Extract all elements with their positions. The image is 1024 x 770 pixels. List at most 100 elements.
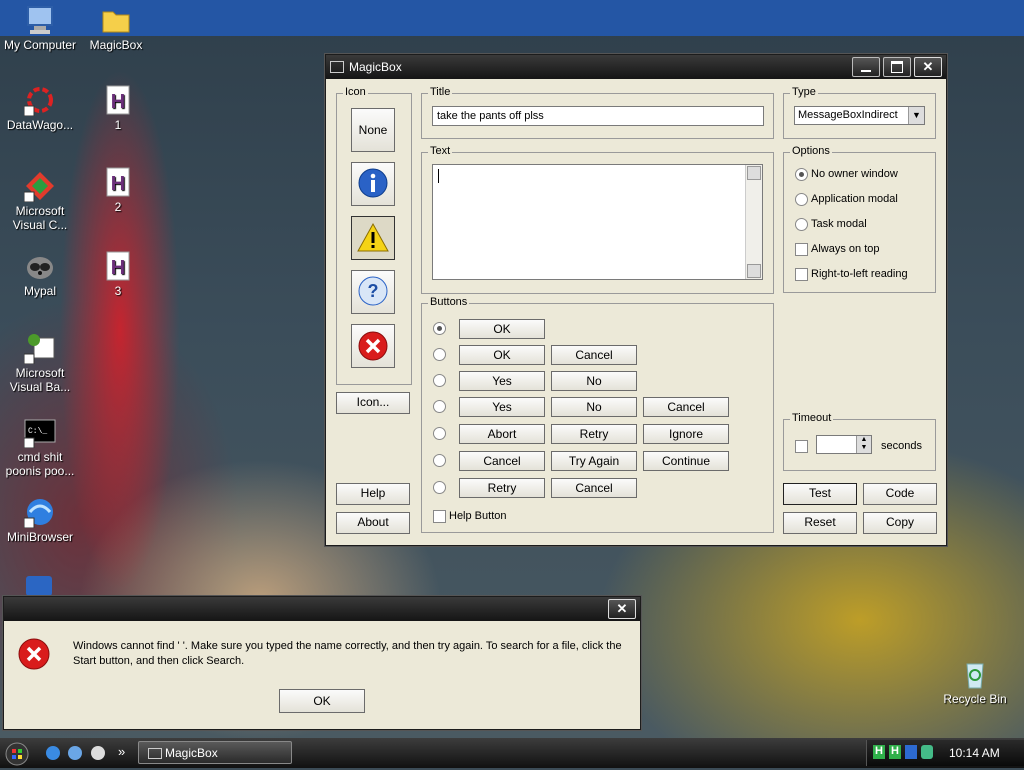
- row5-cancel-button[interactable]: Cancel: [459, 451, 545, 471]
- icon-browse-button[interactable]: Icon...: [336, 392, 410, 414]
- about-button[interactable]: About: [336, 512, 410, 534]
- text-group: Text: [421, 145, 774, 294]
- scroll-down-button[interactable]: [747, 264, 761, 278]
- window-app-icon: [148, 748, 162, 759]
- desktop-icon-mypal[interactable]: Mypal: [0, 250, 80, 298]
- error-message: Windows cannot find ' '. Make sure you t…: [73, 640, 622, 667]
- close-button[interactable]: ✕: [914, 57, 942, 77]
- tray-word-icon[interactable]: [905, 745, 917, 759]
- quicklaunch-ie-icon[interactable]: [46, 746, 60, 760]
- buttons-row-3-radio[interactable]: [433, 400, 446, 413]
- desktop-icon-1[interactable]: H 1: [78, 84, 158, 132]
- row4-abort-button[interactable]: Abort: [459, 424, 545, 444]
- row2-yes-button[interactable]: Yes: [459, 371, 545, 391]
- row1-cancel-button[interactable]: Cancel: [551, 345, 637, 365]
- error-icon: [358, 331, 388, 361]
- svg-text:H: H: [111, 91, 125, 113]
- desktop-icon-3[interactable]: H 3: [78, 250, 158, 298]
- maximize-button[interactable]: [883, 57, 911, 77]
- desktop-icon-minibrowser[interactable]: MiniBrowser: [0, 496, 80, 544]
- copy-button[interactable]: Copy: [863, 512, 937, 534]
- visual-basic-icon: [23, 332, 56, 365]
- raccoon-icon: [24, 250, 56, 282]
- desktop-icon-recycle-bin[interactable]: Recycle Bin: [935, 658, 1015, 706]
- desktop-icon-visual-c[interactable]: Microsoft Visual C...: [0, 170, 80, 232]
- spinner-arrows-icon[interactable]: ▲ ▼: [856, 436, 871, 453]
- timeout-checkbox[interactable]: [795, 440, 808, 453]
- reset-button[interactable]: Reset: [783, 512, 857, 534]
- svg-text:C:\_: C:\_: [28, 427, 47, 436]
- option-always-on-top-checkbox[interactable]: [795, 243, 808, 256]
- row2-no-button[interactable]: No: [551, 371, 637, 391]
- system-tray: H H 10:14 AM: [866, 740, 1024, 766]
- tray-h-icon[interactable]: H: [873, 745, 885, 759]
- option-rtl-reading-checkbox[interactable]: [795, 268, 808, 281]
- row4-ignore-button[interactable]: Ignore: [643, 424, 729, 444]
- desktop-icon-partial-word[interactable]: [26, 576, 52, 596]
- type-group: Type MessageBoxIndirect ▼: [783, 86, 936, 139]
- icon-info-button[interactable]: [351, 162, 395, 206]
- error-dialog: ✕ Windows cannot find ' '. Make sure you…: [3, 596, 641, 730]
- desktop-icon-datawagon[interactable]: DataWago...: [0, 84, 80, 132]
- help-button-checkbox[interactable]: [433, 510, 446, 523]
- row1-ok-button[interactable]: OK: [459, 345, 545, 365]
- quicklaunch-media-icon[interactable]: [91, 746, 105, 760]
- text-scrollbar[interactable]: [745, 165, 762, 279]
- option-no-owner-radio[interactable]: [795, 168, 808, 181]
- taskbar-item-magicbox[interactable]: MagicBox: [138, 741, 292, 764]
- row5-continue-button[interactable]: Continue: [643, 451, 729, 471]
- desktop-icon-my-computer[interactable]: My Computer: [0, 4, 80, 52]
- close-icon: ✕: [922, 59, 934, 74]
- svg-text:H: H: [111, 173, 125, 195]
- row3-cancel-button[interactable]: Cancel: [643, 397, 729, 417]
- row0-ok-button[interactable]: OK: [459, 319, 545, 339]
- option-task-modal-radio[interactable]: [795, 218, 808, 231]
- timeout-spinner[interactable]: ▲ ▼: [816, 435, 872, 454]
- row3-no-button[interactable]: No: [551, 397, 637, 417]
- quicklaunch-browser-icon[interactable]: [68, 746, 82, 760]
- title-group: Title: [421, 86, 774, 139]
- icon-warning-button[interactable]: [351, 216, 395, 260]
- row6-cancel-button[interactable]: Cancel: [551, 478, 637, 498]
- buttons-row-4-radio[interactable]: [433, 427, 446, 440]
- error-ok-button[interactable]: OK: [279, 689, 365, 713]
- buttons-row-2-radio[interactable]: [433, 374, 446, 387]
- options-group: Options No owner window Application moda…: [783, 145, 936, 293]
- help-button[interactable]: Help: [336, 483, 410, 505]
- minimize-button[interactable]: [852, 57, 880, 77]
- clock[interactable]: 10:14 AM: [949, 746, 1000, 760]
- code-button[interactable]: Code: [863, 483, 937, 505]
- text-area[interactable]: [432, 164, 763, 280]
- row4-retry-button[interactable]: Retry: [551, 424, 637, 444]
- buttons-row-5-radio[interactable]: [433, 454, 446, 467]
- desktop-icon-cmd[interactable]: C:\_ cmd shit poonis poo...: [0, 416, 80, 478]
- icon-error-button[interactable]: [351, 324, 395, 368]
- magicbox-titlebar[interactable]: MagicBox ✕: [326, 55, 946, 79]
- error-close-button[interactable]: ✕: [608, 599, 636, 619]
- row5-try-again-button[interactable]: Try Again: [551, 451, 637, 471]
- minimize-icon: [861, 70, 871, 72]
- tray-network-icon[interactable]: [921, 745, 933, 759]
- buttons-row-1-radio[interactable]: [433, 348, 446, 361]
- desktop-icon-magicbox[interactable]: MagicBox: [76, 4, 156, 52]
- chevron-down-icon[interactable]: ▼: [908, 107, 924, 124]
- buttons-row-0-radio[interactable]: [433, 322, 446, 335]
- scroll-up-button[interactable]: [747, 166, 761, 180]
- title-input[interactable]: [432, 106, 764, 126]
- quicklaunch-chevron-icon[interactable]: »: [118, 744, 125, 759]
- error-dialog-titlebar[interactable]: ✕: [4, 597, 640, 621]
- buttons-row-6-radio[interactable]: [433, 481, 446, 494]
- tray-h-icon-2[interactable]: H: [889, 745, 901, 759]
- option-application-modal-radio[interactable]: [795, 193, 808, 206]
- type-select[interactable]: MessageBoxIndirect ▼: [794, 106, 925, 125]
- icon-none-button[interactable]: None: [351, 108, 395, 152]
- start-button[interactable]: [4, 741, 36, 766]
- icon-question-button[interactable]: ?: [351, 270, 395, 314]
- test-button[interactable]: Test: [783, 483, 857, 505]
- row3-yes-button[interactable]: Yes: [459, 397, 545, 417]
- desktop-icon-2[interactable]: H 2: [78, 166, 158, 214]
- desktop-icon-visual-basic[interactable]: Microsoft Visual Ba...: [0, 332, 80, 394]
- buttons-group: Buttons OK OK Cancel Yes No Yes No Cance…: [421, 296, 774, 533]
- error-icon: [18, 638, 50, 670]
- row6-retry-button[interactable]: Retry: [459, 478, 545, 498]
